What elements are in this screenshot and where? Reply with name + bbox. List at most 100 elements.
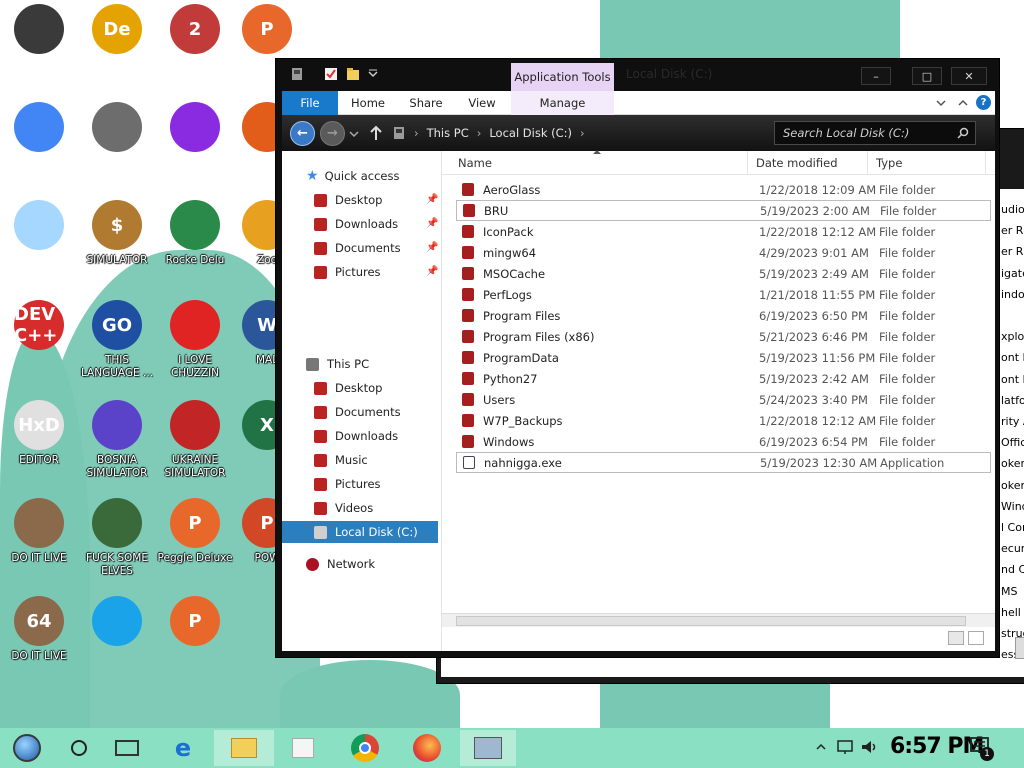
nav-pc-item[interactable]: Downloads [314, 425, 398, 447]
nav-quick-item[interactable]: Documents [314, 237, 401, 259]
volume-icon[interactable] [860, 738, 880, 756]
action-center-button[interactable]: 1 [970, 737, 994, 761]
nav-this-pc[interactable]: This PC [306, 353, 369, 375]
desktop-icon[interactable]: $ SIMULATOR [78, 200, 156, 288]
cortana-button[interactable] [52, 730, 106, 766]
address-bar[interactable]: › This PC › Local Disk (C:) › [392, 122, 762, 144]
column-date-modified[interactable]: Date modified [748, 151, 868, 175]
background-window-button[interactable] [1015, 637, 1024, 659]
recent-locations-icon[interactable] [349, 130, 359, 138]
desktop-icon[interactable] [78, 102, 156, 190]
desktop-icon[interactable]: HxD EDITOR [0, 400, 78, 488]
close-button[interactable]: ✕ [951, 67, 987, 85]
desktop-icon[interactable] [0, 102, 78, 190]
back-button[interactable]: ← [290, 121, 315, 146]
tab-file[interactable]: File [282, 91, 338, 115]
task-view-button[interactable] [100, 730, 154, 766]
network-icon[interactable] [836, 738, 854, 756]
forward-button[interactable]: → [320, 121, 345, 146]
taskbar-store[interactable] [276, 730, 330, 766]
desktop-icon[interactable]: Rocke Delu [156, 200, 234, 288]
tab-home[interactable]: Home [340, 91, 396, 115]
taskbar-firefox[interactable] [400, 730, 454, 766]
pin-icon[interactable]: 📌 [426, 242, 438, 253]
nav-pc-item[interactable]: Videos [314, 497, 373, 519]
scrollbar-thumb[interactable] [456, 616, 966, 626]
desktop-icon[interactable] [156, 102, 234, 190]
pin-icon[interactable]: 📌 [426, 218, 438, 229]
pin-icon[interactable]: 📌 [426, 194, 438, 205]
nav-quick-item[interactable]: Pictures [314, 261, 381, 283]
file-row[interactable]: Program Files 6/19/2023 6:50 PM File folde… [456, 305, 991, 326]
taskbar-file-explorer[interactable] [214, 730, 274, 766]
tab-manage[interactable]: Manage [511, 91, 614, 115]
desktop-icon[interactable]: GO THIS LANGUAGE ... [78, 300, 156, 388]
tab-share[interactable]: Share [398, 91, 454, 115]
nav-pc-item[interactable]: Music [314, 449, 368, 471]
desktop-icon[interactable]: I LOVE CHUZZIN [156, 300, 234, 388]
properties-icon[interactable] [324, 67, 338, 81]
chevron-up-icon[interactable] [957, 98, 969, 108]
desktop-icon[interactable]: FUCK SOME ELVES [78, 498, 156, 586]
quick-access-dropdown-icon[interactable] [366, 67, 380, 81]
chevron-up-icon[interactable] [816, 743, 826, 751]
taskbar-app[interactable] [460, 730, 516, 766]
desktop-icon[interactable]: 2 [156, 4, 234, 92]
nav-network[interactable]: Network [306, 553, 375, 575]
desktop-icon[interactable]: BOSNIA SIMULATOR [78, 400, 156, 488]
file-row[interactable]: PerfLogs 1/21/2018 11:55 PM File folder [456, 284, 991, 305]
start-button[interactable] [0, 730, 54, 766]
file-row[interactable]: AeroGlass 1/22/2018 12:09 AM File folder [456, 179, 991, 200]
large-icons-view-icon[interactable] [968, 631, 984, 645]
desktop-icon[interactable]: De [78, 4, 156, 92]
file-explorer-window[interactable]: Application Tools Local Disk (C:) – □ ✕ … [275, 58, 1000, 658]
breadcrumb-local-disk[interactable]: Local Disk (C:) [489, 126, 572, 140]
help-icon[interactable]: ? [976, 95, 991, 110]
nav-quick-access[interactable]: ★ Quick access [306, 165, 400, 187]
file-row[interactable]: nahnigga.exe 5/19/2023 12:30 AM Applicatio… [456, 452, 991, 473]
maximize-button[interactable]: □ [912, 67, 942, 85]
file-row[interactable]: BRU 5/19/2023 2:00 AM File folder [456, 200, 991, 221]
file-row[interactable]: Program Files (x86) 5/21/2023 6:46 PM File… [456, 326, 991, 347]
minimize-button[interactable]: – [861, 67, 891, 85]
application-tools-tab[interactable]: Application Tools [511, 63, 614, 91]
column-type[interactable]: Type [868, 151, 986, 175]
nav-local-disk[interactable]: Local Disk (C:) [282, 521, 438, 543]
new-folder-icon[interactable] [346, 67, 360, 81]
search-input[interactable] [783, 126, 953, 140]
search-icon[interactable] [957, 127, 969, 139]
file-row[interactable]: IconPack 1/22/2018 12:12 AM File folder [456, 221, 991, 242]
file-row[interactable]: ProgramData 5/19/2023 11:56 PM File folder [456, 347, 991, 368]
breadcrumb-this-pc[interactable]: This PC [427, 126, 469, 140]
desktop-icon[interactable] [0, 4, 78, 92]
chevron-down-icon[interactable] [935, 98, 947, 108]
file-row[interactable]: MSOCache 5/19/2023 2:49 AM File folder [456, 263, 991, 284]
nav-pc-item[interactable]: Desktop [314, 377, 382, 399]
taskbar-edge[interactable]: e [156, 730, 210, 766]
details-view-icon[interactable] [948, 631, 964, 645]
title-bar[interactable]: Application Tools Local Disk (C:) – □ ✕ [276, 59, 999, 91]
file-row[interactable]: Users 5/24/2023 3:40 PM File folder [456, 389, 991, 410]
up-arrow-icon[interactable] [369, 125, 383, 141]
file-row[interactable]: Python27 5/19/2023 2:42 AM File folder [456, 368, 991, 389]
desktop-icon[interactable]: UKRAINE SIMULATOR [156, 400, 234, 488]
nav-quick-item[interactable]: Desktop [314, 189, 382, 211]
desktop-icon[interactable]: P [156, 596, 234, 684]
desktop-icon[interactable] [78, 596, 156, 684]
nav-pc-item[interactable]: Pictures [314, 473, 381, 495]
file-row[interactable]: Windows 6/19/2023 6:54 PM File folder [456, 431, 991, 452]
desktop-icon[interactable]: DO IT LIVE [0, 498, 78, 586]
taskbar-chrome[interactable] [338, 730, 392, 766]
desktop-icon[interactable] [0, 200, 78, 288]
desktop-icon[interactable]: DEV C++ [0, 300, 78, 388]
pin-icon[interactable]: 📌 [426, 266, 438, 277]
nav-pc-item[interactable]: Documents [314, 401, 401, 423]
nav-quick-item[interactable]: Downloads [314, 213, 398, 235]
tab-view[interactable]: View [456, 91, 508, 115]
file-row[interactable]: mingw64 4/29/2023 9:01 AM File folder [456, 242, 991, 263]
horizontal-scrollbar[interactable] [442, 613, 995, 627]
file-row[interactable]: W7P_Backups 1/22/2018 12:12 AM File folder [456, 410, 991, 431]
search-box[interactable] [774, 121, 976, 145]
desktop-icon[interactable]: 64 DO IT LIVE [0, 596, 78, 684]
desktop-icon[interactable]: P Peggle Deluxe [156, 498, 234, 586]
